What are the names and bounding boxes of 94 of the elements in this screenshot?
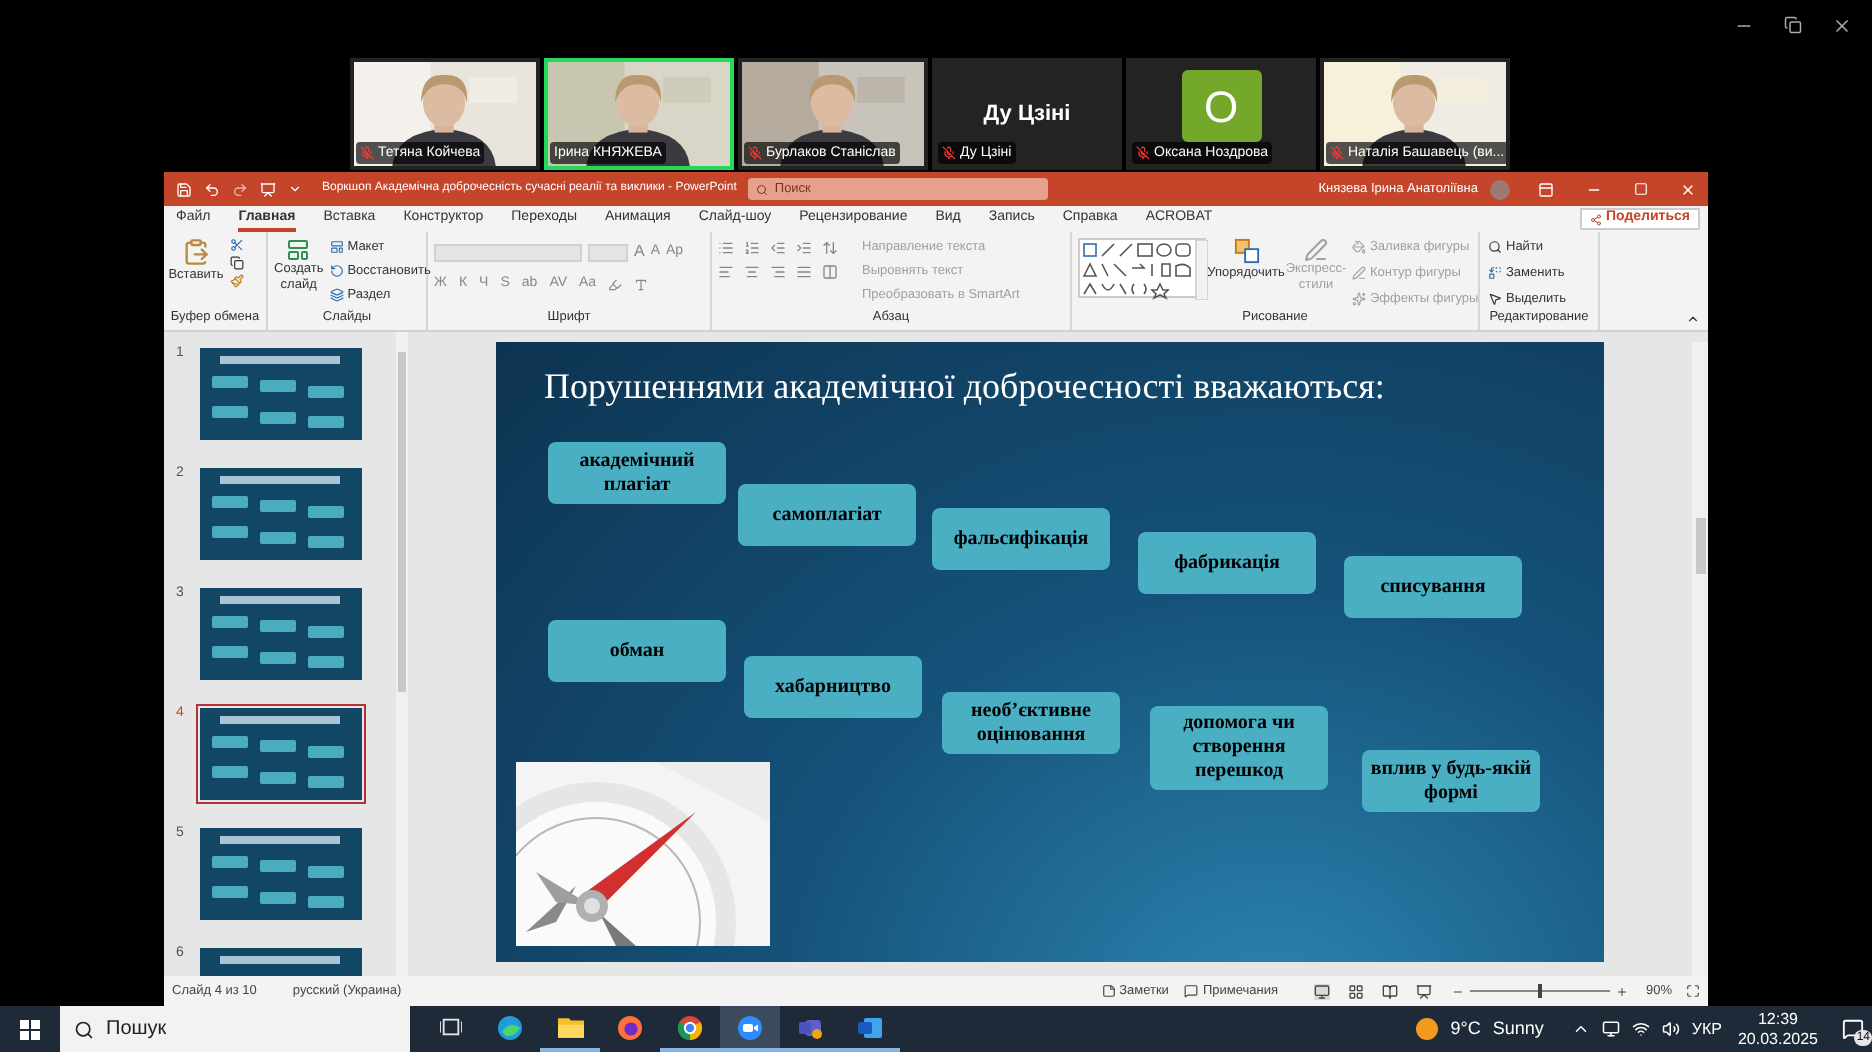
shapes-gallery[interactable]	[1078, 238, 1206, 298]
mic-off-icon	[1136, 146, 1150, 160]
sun-icon	[1416, 1018, 1439, 1040]
network-icon[interactable]	[1631, 1020, 1650, 1038]
search-field[interactable]: Пошук	[60, 1006, 410, 1052]
keyboard-language[interactable]: УКР	[1691, 1017, 1722, 1041]
temperature: 9°C	[1450, 1015, 1481, 1042]
text-box: хабарництво	[744, 656, 922, 718]
highlighter-icon[interactable]	[608, 277, 623, 292]
zoom-in-icon[interactable]	[1615, 985, 1628, 997]
tray-overflow-icon[interactable]	[1571, 1020, 1590, 1038]
scrollbar[interactable]	[396, 332, 408, 976]
search-icon	[1488, 240, 1502, 255]
copy-icon[interactable]	[230, 256, 244, 270]
search-icon	[756, 183, 769, 195]
arrange-icon	[1233, 238, 1259, 264]
cut-icon[interactable]	[230, 238, 244, 252]
mic-off-icon	[360, 146, 374, 160]
video-camera-icon	[738, 1015, 762, 1039]
browser-icon	[678, 1015, 702, 1039]
reset-icon	[329, 264, 344, 279]
mic-off-icon	[942, 146, 956, 160]
close-icon[interactable]	[1680, 181, 1696, 197]
pen-icon	[1304, 238, 1328, 262]
increase-indent-icon[interactable]	[796, 240, 812, 256]
mic-off-icon	[1330, 146, 1344, 160]
slideshow-icon[interactable]	[1415, 983, 1432, 999]
font-color-icon[interactable]	[634, 277, 649, 292]
search-icon	[74, 1019, 94, 1039]
numbering-icon[interactable]	[744, 240, 760, 256]
paint-bucket-icon	[1352, 240, 1366, 255]
slide-layout-icon	[286, 238, 311, 262]
slide-title: Порушеннями академічної доброчесності вважаються:	[544, 364, 1385, 410]
line-spacing-icon[interactable]	[822, 240, 838, 256]
redo-icon[interactable]	[232, 181, 248, 197]
reading-view-icon[interactable]	[1381, 983, 1398, 999]
taskbar-button[interactable]	[720, 1006, 780, 1052]
layers-icon	[329, 287, 344, 302]
text-box: фальсифікація	[932, 508, 1110, 570]
weather-text: Sunny	[1492, 1015, 1544, 1042]
mic-off-icon	[748, 146, 762, 160]
align-left-icon[interactable]	[718, 264, 734, 280]
note-icon	[1101, 984, 1116, 998]
restore-icon[interactable]	[1784, 16, 1802, 34]
close-icon[interactable]	[1832, 16, 1852, 36]
normal-view-icon[interactable]	[1313, 983, 1330, 999]
clock-date: 20.03.2025	[1737, 1029, 1818, 1049]
browser-icon	[618, 1015, 642, 1039]
text-box: вплив у будь-якій формі	[1362, 750, 1540, 812]
comment-icon	[1184, 984, 1199, 998]
avatar	[1490, 179, 1510, 199]
chat-app-icon	[797, 1015, 823, 1039]
text-box: списування	[1344, 556, 1522, 618]
undo-icon[interactable]	[204, 181, 220, 197]
align-right-icon[interactable]	[770, 264, 786, 280]
sorter-view-icon[interactable]	[1347, 983, 1364, 999]
maximize-icon[interactable]	[1634, 182, 1648, 196]
display-icon[interactable]	[1601, 1020, 1620, 1038]
caret-icon[interactable]	[288, 182, 302, 196]
task-view-icon	[439, 1016, 461, 1038]
zoom-slider-thumb[interactable]	[1537, 984, 1542, 998]
decrease-indent-icon[interactable]	[770, 240, 786, 256]
text-box: фабрикація	[1138, 532, 1316, 594]
cursor-icon	[1488, 291, 1502, 306]
pen-icon	[1352, 266, 1366, 281]
participant-name: Ду Цзіні	[983, 99, 1071, 130]
volume-icon[interactable]	[1661, 1020, 1680, 1038]
slide-layout-icon	[329, 240, 344, 255]
collapse-ribbon-icon[interactable]	[1686, 312, 1700, 326]
text-box: обман	[548, 620, 726, 682]
save-icon[interactable]	[176, 181, 192, 197]
columns-icon[interactable]	[822, 264, 838, 280]
browser-icon	[498, 1015, 522, 1039]
text-box: допомога чи створення перешкод	[1150, 706, 1328, 790]
font-name-field[interactable]	[434, 243, 582, 261]
bullets-icon[interactable]	[718, 240, 734, 256]
clipboard-icon	[182, 238, 210, 266]
align-center-icon[interactable]	[744, 264, 760, 280]
folder-icon	[557, 1016, 583, 1038]
document-app-icon	[858, 1015, 882, 1039]
sparkles-icon	[1352, 291, 1366, 306]
scrollbar[interactable]	[1692, 342, 1708, 976]
text-box: самоплагіат	[738, 484, 916, 546]
clock-time: 12:39	[1757, 1009, 1798, 1029]
font-size-field[interactable]	[588, 243, 628, 261]
justify-icon[interactable]	[796, 264, 812, 280]
text-box: академічний плагіат	[548, 442, 726, 504]
slideshow-icon[interactable]	[260, 181, 276, 197]
ribbon-display-icon[interactable]	[1538, 181, 1554, 197]
share-icon	[1589, 213, 1602, 225]
windows-icon[interactable]	[20, 1019, 40, 1039]
text-box: необ’єктивне оцінювання	[942, 692, 1120, 754]
avatar: О	[1181, 70, 1261, 142]
fit-slide-icon[interactable]	[1686, 984, 1700, 998]
